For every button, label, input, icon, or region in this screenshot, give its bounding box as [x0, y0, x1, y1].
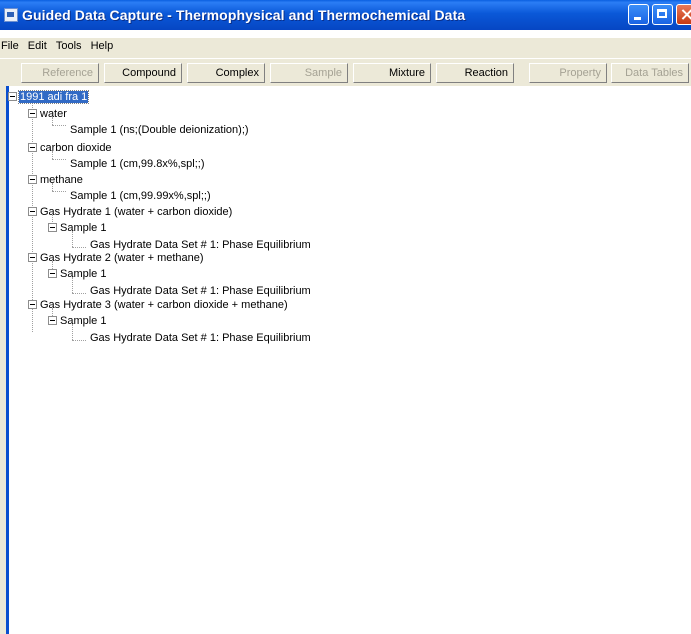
tree-view[interactable]: 1991 adi fra 1 water Sample 1 (ns;(Doubl… [8, 86, 691, 634]
tree-line [72, 340, 86, 342]
tree-item-mixture[interactable]: Gas Hydrate 2 (water + methane) [39, 251, 205, 265]
maximize-button[interactable] [652, 4, 673, 25]
data-tables-button[interactable]: Data Tables [611, 63, 689, 83]
tree-line [72, 293, 86, 295]
minimize-button[interactable] [628, 4, 649, 25]
tree-item-sample[interactable]: Sample 1 (cm,99.99x%,spl;;) [69, 189, 212, 203]
compound-button[interactable]: Compound [104, 63, 182, 83]
window-title: Guided Data Capture - Thermophysical and… [22, 7, 466, 23]
tree-item-sample[interactable]: Sample 1 (cm,99.8x%,spl;;) [69, 157, 206, 171]
collapse-icon[interactable] [28, 143, 37, 152]
tree-item-sample[interactable]: Sample 1 [59, 267, 107, 281]
collapse-icon[interactable] [8, 92, 17, 101]
reference-button[interactable]: Reference [21, 63, 99, 83]
tree-root-reference[interactable]: 1991 adi fra 1 [17, 90, 90, 104]
sample-button[interactable]: Sample [270, 63, 348, 83]
collapse-icon[interactable] [28, 253, 37, 262]
tree-line [52, 191, 66, 193]
collapse-icon[interactable] [48, 316, 57, 325]
collapse-icon[interactable] [28, 109, 37, 118]
collapse-icon[interactable] [28, 300, 37, 309]
tree-item-compound[interactable]: methane [39, 173, 84, 187]
app-icon[interactable] [4, 8, 18, 22]
menu-bar: File Edit Tools Help [0, 38, 691, 58]
close-button[interactable] [676, 4, 691, 25]
menu-edit[interactable]: Edit [25, 38, 50, 52]
tree-item-sample[interactable]: Sample 1 [59, 221, 107, 235]
menu-tools[interactable]: Tools [53, 38, 85, 52]
collapse-icon[interactable] [48, 269, 57, 278]
menu-help[interactable]: Help [88, 38, 117, 52]
tree-line [52, 159, 66, 161]
toolbar: Reference Compound Complex Sample Mixtur… [0, 58, 691, 87]
collapse-icon[interactable] [28, 175, 37, 184]
tree-item-compound[interactable]: water [39, 107, 68, 121]
title-bar[interactable]: Guided Data Capture - Thermophysical and… [0, 0, 691, 30]
complex-button[interactable]: Complex [187, 63, 265, 83]
reaction-button[interactable]: Reaction [436, 63, 514, 83]
collapse-icon[interactable] [28, 207, 37, 216]
tree-item-dataset[interactable]: Gas Hydrate Data Set # 1: Phase Equilibr… [89, 284, 312, 298]
left-frame-border [0, 86, 9, 634]
tree-item-dataset[interactable]: Gas Hydrate Data Set # 1: Phase Equilibr… [89, 331, 312, 345]
tree-item-mixture[interactable]: Gas Hydrate 1 (water + carbon dioxide) [39, 205, 233, 219]
property-button[interactable]: Property [529, 63, 607, 83]
tree-item-dataset[interactable]: Gas Hydrate Data Set # 1: Phase Equilibr… [89, 238, 312, 252]
tree-item-compound[interactable]: carbon dioxide [39, 141, 113, 155]
tree-item-mixture[interactable]: Gas Hydrate 3 (water + carbon dioxide + … [39, 298, 289, 312]
menu-file[interactable]: File [0, 38, 22, 52]
tree-line [52, 125, 66, 127]
tree-item-sample[interactable]: Sample 1 (ns;(Double deionization);) [69, 123, 250, 137]
tree-line [72, 247, 86, 249]
mixture-button[interactable]: Mixture [353, 63, 431, 83]
collapse-icon[interactable] [48, 223, 57, 232]
tree-line [32, 101, 34, 332]
tree-item-sample[interactable]: Sample 1 [59, 314, 107, 328]
